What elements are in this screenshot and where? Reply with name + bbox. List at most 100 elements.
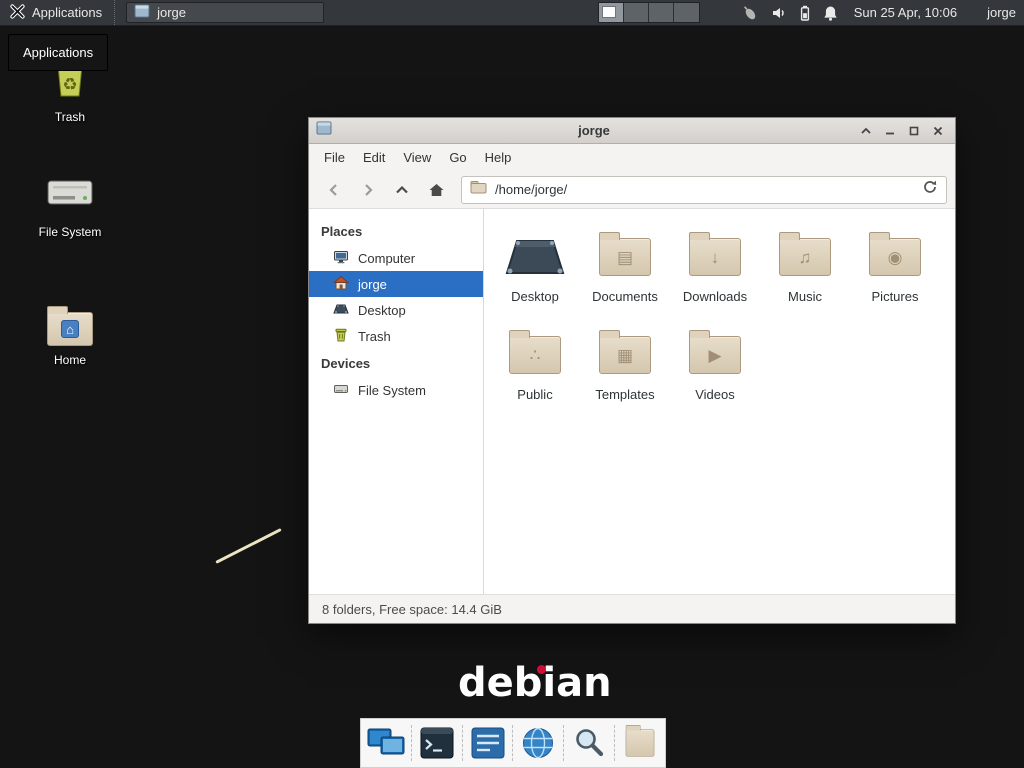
sidebar-item-trash[interactable]: Trash (309, 323, 483, 349)
menu-help[interactable]: Help (476, 146, 521, 169)
drive-icon (45, 171, 95, 218)
file-manager-icon[interactable] (626, 728, 655, 758)
statusbar: 8 folders, Free space: 14.4 GiB (309, 594, 955, 623)
window-content: Places Computer jorge Desktop (309, 209, 955, 594)
terminal-icon[interactable] (417, 722, 457, 764)
top-panel: Applications jorge Sun 25 Apr, 10:06 jor… (0, 0, 1024, 26)
terminal-alt-icon[interactable] (468, 722, 508, 764)
desktop-icon-file-system[interactable]: File System (14, 168, 126, 239)
sidebar-item-jorge[interactable]: jorge (309, 271, 483, 297)
display-settings-icon[interactable] (366, 722, 406, 764)
dock (360, 718, 666, 768)
folder-icon: ▦ (599, 336, 651, 374)
downloads-emblem-icon: ↓ (690, 239, 740, 275)
app-finder-icon[interactable] (569, 722, 609, 764)
menu-go[interactable]: Go (440, 146, 475, 169)
file-tile-downloads[interactable]: ↓ Downloads (670, 225, 760, 323)
minimize-button[interactable] (880, 121, 900, 141)
workspace-2[interactable] (624, 3, 649, 22)
desktop-folder-icon (503, 225, 567, 289)
battery-icon[interactable] (800, 5, 810, 21)
desktop-icon-home[interactable]: ⌂ Home (14, 296, 126, 367)
dock-separator (563, 725, 564, 761)
file-tile-pictures[interactable]: ◉ Pictures (850, 225, 940, 323)
taskbar-window-title: jorge (157, 5, 186, 20)
workspace-1[interactable] (599, 3, 624, 22)
workspace-4[interactable] (674, 3, 699, 22)
home-glyph: ⌂ (61, 320, 79, 338)
workspace-3[interactable] (649, 3, 674, 22)
file-tile-documents[interactable]: ▤ Documents (580, 225, 670, 323)
folder-icon (626, 729, 655, 756)
window-title: jorge (336, 123, 852, 138)
file-tile-videos[interactable]: ▶ Videos (670, 323, 760, 421)
status-text: 8 folders, Free space: 14.4 GiB (322, 602, 502, 617)
folder-icon: ▤ (599, 238, 651, 276)
sidebar-item-desktop[interactable]: Desktop (309, 297, 483, 323)
folder-small-icon (470, 180, 487, 199)
location-bar[interactable] (461, 176, 947, 204)
taskbar-window-button[interactable]: jorge (126, 2, 324, 23)
sidebar-item-label: Trash (358, 329, 391, 344)
devices-header: Devices (309, 349, 483, 377)
window-icon (316, 121, 332, 140)
up-button[interactable] (385, 176, 419, 204)
path-input[interactable] (495, 182, 914, 197)
file-tile-public[interactable]: ∴ Public (490, 323, 580, 421)
folder-icon: ♫ (779, 238, 831, 276)
file-label: Downloads (683, 289, 747, 304)
forward-button[interactable] (351, 176, 385, 204)
menu-file[interactable]: File (315, 146, 354, 169)
file-tile-music[interactable]: ♫ Music (760, 225, 850, 323)
folder-icon: ◉ (869, 238, 921, 276)
maximize-button[interactable] (904, 121, 924, 141)
web-browser-icon[interactable] (518, 722, 558, 764)
dock-separator (512, 725, 513, 761)
sidebar-item-file-system[interactable]: File System (309, 377, 483, 403)
folder-icon: ↓ (689, 238, 741, 276)
shade-button[interactable] (856, 121, 876, 141)
menu-view[interactable]: View (394, 146, 440, 169)
titlebar[interactable]: jorge (309, 118, 955, 144)
computer-icon (333, 249, 349, 268)
home-folder-icon: ⌂ (47, 312, 93, 346)
debian-logo-text: debian (458, 660, 612, 706)
back-button[interactable] (317, 176, 351, 204)
templates-emblem-icon: ▦ (600, 337, 650, 373)
file-label: Pictures (872, 289, 919, 304)
dock-separator (462, 725, 463, 761)
home-button[interactable] (419, 176, 453, 204)
sidebar-item-computer[interactable]: Computer (309, 245, 483, 271)
file-label: Videos (695, 387, 735, 402)
menu-edit[interactable]: Edit (354, 146, 394, 169)
refresh-icon[interactable] (922, 179, 938, 200)
desktop-icon-label: Home (14, 353, 126, 367)
debian-red-dot (537, 665, 546, 674)
close-button[interactable] (928, 121, 948, 141)
folder-icon: ∴ (509, 336, 561, 374)
sidebar-item-label: Desktop (358, 303, 406, 318)
mouse-icon[interactable] (742, 5, 758, 21)
desktop-root: { "panel": { "applications_label": "Appl… (0, 0, 1024, 768)
xfce-logo-icon (10, 4, 25, 22)
home-icon (333, 275, 349, 294)
dock-separator (411, 725, 412, 761)
file-label: Templates (595, 387, 654, 402)
file-manager-window: jorge File Edit View Go Help (308, 117, 956, 624)
videos-emblem-icon: ▶ (690, 337, 740, 373)
panel-username: jorge (987, 5, 1016, 20)
workspace-switcher (598, 2, 700, 23)
panel-clock[interactable]: Sun 25 Apr, 10:06 (854, 5, 957, 20)
notification-bell-icon[interactable] (823, 5, 838, 21)
file-tile-desktop[interactable]: Desktop (490, 225, 580, 323)
file-label: Documents (592, 289, 658, 304)
window-icon (134, 4, 150, 21)
desktop-icon-label: Trash (14, 110, 126, 124)
file-tile-templates[interactable]: ▦ Templates (580, 323, 670, 421)
file-grid: Desktop ▤ Documents ↓ Downloads ♫ Music … (484, 209, 955, 594)
drive-mini-icon (333, 381, 349, 400)
system-tray (742, 5, 838, 21)
volume-icon[interactable] (771, 5, 787, 21)
applications-menu-button[interactable]: Applications (0, 0, 112, 25)
desktop-artifact-line (215, 528, 281, 564)
